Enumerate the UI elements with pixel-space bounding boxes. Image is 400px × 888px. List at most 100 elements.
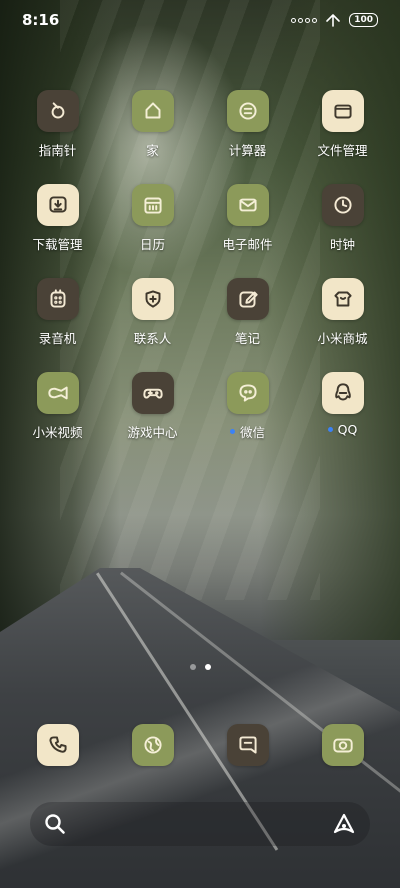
- app-calendar[interactable]: 日历: [105, 184, 200, 258]
- search-bar[interactable]: [30, 802, 370, 846]
- app-grid: 指南针 家 计算器 文件管理下载管理 日历 电子邮件 时钟录音机 联系人 笔记 小米商城小米视频 游…: [10, 90, 390, 446]
- app-label: 指南针: [39, 140, 77, 159]
- app-label-text: QQ: [337, 422, 358, 437]
- recorder-app-icon[interactable]: [36, 278, 79, 320]
- file-manager-app-icon[interactable]: [321, 90, 364, 132]
- page-dot[interactable]: [189, 664, 196, 670]
- app-clock[interactable]: 时钟: [295, 184, 390, 258]
- gamepad-app-icon[interactable]: [131, 372, 174, 414]
- compass-icon: [51, 102, 64, 119]
- assistant-icon[interactable]: [332, 813, 356, 835]
- search-icon[interactable]: [44, 813, 66, 835]
- messages-icon: [238, 736, 257, 754]
- clock-icon: [333, 196, 352, 214]
- app-label-text: 电子邮件: [222, 237, 273, 252]
- dock-browser[interactable]: [105, 724, 200, 768]
- video-app-icon[interactable]: [36, 372, 79, 414]
- calendar-icon: [143, 197, 162, 214]
- app-label-text: 日历: [139, 237, 165, 252]
- app-label: 文件管理: [317, 140, 367, 159]
- app-label: 联系人: [134, 328, 172, 347]
- app-home[interactable]: 家: [105, 90, 200, 164]
- download-icon: [48, 196, 67, 213]
- app-video[interactable]: 小米视频: [10, 372, 105, 446]
- app-mail[interactable]: 电子邮件: [200, 184, 295, 258]
- app-label-text: 笔记: [234, 331, 260, 346]
- messages-app-icon[interactable]: [226, 724, 269, 766]
- app-label: 录音机: [39, 328, 77, 347]
- download-app-icon[interactable]: [36, 184, 79, 226]
- contacts-app-icon[interactable]: [131, 278, 174, 320]
- app-label: 家: [146, 140, 159, 159]
- calendar-app-icon[interactable]: [131, 184, 174, 226]
- video-icon: [47, 386, 68, 400]
- app-mi-store[interactable]: 小米商城: [295, 278, 390, 352]
- app-notes[interactable]: 笔记: [200, 278, 295, 352]
- notes-app-icon[interactable]: [226, 278, 269, 320]
- app-label: 下载管理: [32, 234, 82, 253]
- page-dot[interactable]: [204, 664, 211, 670]
- dock-phone[interactable]: [10, 724, 105, 768]
- dock-camera[interactable]: [295, 724, 390, 768]
- page-indicator[interactable]: [0, 664, 400, 670]
- app-label: 计算器: [229, 140, 267, 159]
- app-label-text: 文件管理: [317, 143, 368, 158]
- wechat-app-icon[interactable]: [226, 372, 269, 414]
- app-label-text: 小米商城: [317, 331, 368, 346]
- app-label: 笔记: [235, 328, 260, 347]
- calculator-app-icon[interactable]: [226, 90, 269, 132]
- mail-app-icon[interactable]: [226, 184, 269, 226]
- app-compass[interactable]: 指南针: [10, 90, 105, 164]
- notes-icon: [238, 291, 258, 308]
- app-calculator[interactable]: 计算器: [200, 90, 295, 164]
- compass-app-icon[interactable]: [36, 90, 79, 132]
- clock-app-icon[interactable]: [321, 184, 364, 226]
- status-bar: 8:16 100: [0, 0, 400, 40]
- qq-app-icon[interactable]: [321, 372, 364, 414]
- app-label: 小米视频: [32, 422, 82, 441]
- app-qq[interactable]: QQ: [295, 372, 390, 446]
- new-app-dot: [327, 427, 333, 432]
- app-label-text: 录音机: [38, 331, 77, 346]
- phone-app-icon[interactable]: [36, 724, 79, 766]
- mi-store-icon: [333, 291, 352, 307]
- dock: [10, 724, 390, 768]
- wechat-icon: [238, 384, 257, 402]
- app-contacts[interactable]: 联系人: [105, 278, 200, 352]
- mi-store-app-icon[interactable]: [321, 278, 364, 320]
- battery-icon: 100: [349, 13, 378, 27]
- contacts-icon: [145, 290, 160, 308]
- app-label: QQ: [327, 422, 358, 437]
- app-label: 日历: [140, 234, 165, 253]
- home-app-icon[interactable]: [131, 90, 174, 132]
- calculator-icon: [238, 102, 257, 120]
- app-label-text: 指南针: [38, 143, 77, 158]
- app-download[interactable]: 下载管理: [10, 184, 105, 258]
- qq-icon: [334, 383, 351, 401]
- phone-icon: [48, 736, 67, 753]
- gamepad-icon: [142, 388, 163, 399]
- app-label-text: 联系人: [133, 331, 172, 346]
- app-label-text: 小米视频: [32, 425, 83, 440]
- app-file-manager[interactable]: 文件管理: [295, 90, 390, 164]
- app-label-text: 时钟: [329, 237, 355, 252]
- app-label: 时钟: [330, 234, 355, 253]
- dock-messages[interactable]: [200, 724, 295, 768]
- app-label: 小米商城: [317, 328, 367, 347]
- signal-icon: [291, 17, 318, 23]
- app-label-text: 下载管理: [32, 237, 83, 252]
- app-label-text: 家: [146, 143, 159, 158]
- camera-icon: [332, 738, 353, 753]
- new-app-dot: [229, 429, 235, 434]
- browser-app-icon[interactable]: [131, 724, 174, 766]
- camera-app-icon[interactable]: [321, 724, 364, 766]
- status-icons: 100: [291, 13, 378, 27]
- app-gamepad[interactable]: 游戏中心: [105, 372, 200, 446]
- app-wechat[interactable]: 微信: [200, 372, 295, 446]
- file-manager-icon: [333, 104, 352, 119]
- app-recorder[interactable]: 录音机: [10, 278, 105, 352]
- browser-icon: [143, 736, 162, 754]
- app-label-text: 计算器: [228, 143, 267, 158]
- wifi-icon: [326, 14, 341, 27]
- home-icon: [145, 102, 160, 119]
